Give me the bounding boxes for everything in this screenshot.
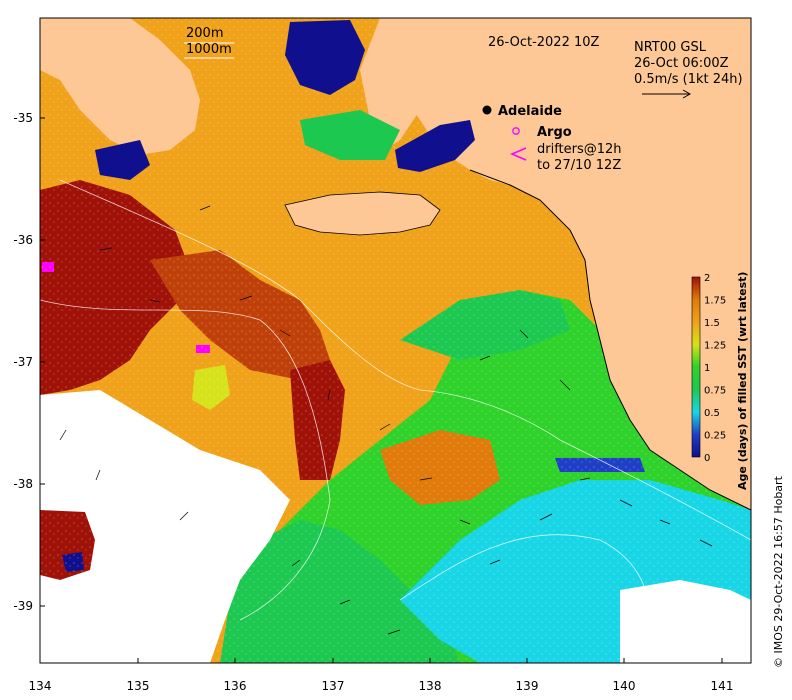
colorbar-title: Age (days) of filled SST (wrt latest) [736,272,749,490]
drifters-label-line2: to 27/10 12Z [537,158,621,173]
x-tick-135: 135 [127,679,150,693]
city-label-adelaide: Adelaide [498,104,562,119]
credit-text: © IMOS 29-Oct-2022 16:57 Hobart [772,475,785,668]
adelaide-marker [482,105,492,115]
drifters-label-line1: drifters@12h [537,142,622,157]
y-tick-37: -37 [13,355,33,369]
product-name: NRT00 GSL [634,40,707,55]
y-tick-38: -38 [13,477,33,491]
x-tick-134: 134 [29,679,52,693]
contour-1000m-label: 1000m [186,42,232,57]
colorbar-tick-05: 0.5 [704,408,720,419]
vector-scale-label: 0.5m/s (1kt 24h) [634,72,743,87]
x-tick-136: 136 [224,679,247,693]
map-date: 26-Oct-2022 10Z [488,35,600,50]
sst-age-map: 134 135 136 137 138 139 140 141 -35 -36 … [13,17,785,693]
colorbar-gradient [691,276,701,458]
colorbar-tick-075: 0.75 [704,386,726,397]
colorbar-tick-15: 1.5 [704,318,720,329]
argo-label: Argo [537,125,572,140]
colorbar-tick-125: 1.25 [704,341,726,352]
plot-area [40,18,751,663]
colorbar-tick-025: 0.25 [704,431,726,442]
y-tick-35: -35 [13,111,33,125]
colorbar-tick-1: 1 [704,363,710,374]
x-tick-138: 138 [419,679,442,693]
product-time: 26-Oct 06:00Z [634,56,729,71]
colorbar-tick-0: 0 [704,453,710,464]
colorbar-tick-2: 2 [704,273,710,284]
x-tick-140: 140 [613,679,636,693]
x-tick-137: 137 [322,679,345,693]
x-tick-141: 141 [711,679,734,693]
y-tick-36: -36 [13,233,33,247]
colorbar-tick-175: 1.75 [704,296,726,307]
y-tick-39: -39 [13,599,33,613]
x-tick-139: 139 [516,679,539,693]
contour-200m-label: 200m [186,26,223,41]
